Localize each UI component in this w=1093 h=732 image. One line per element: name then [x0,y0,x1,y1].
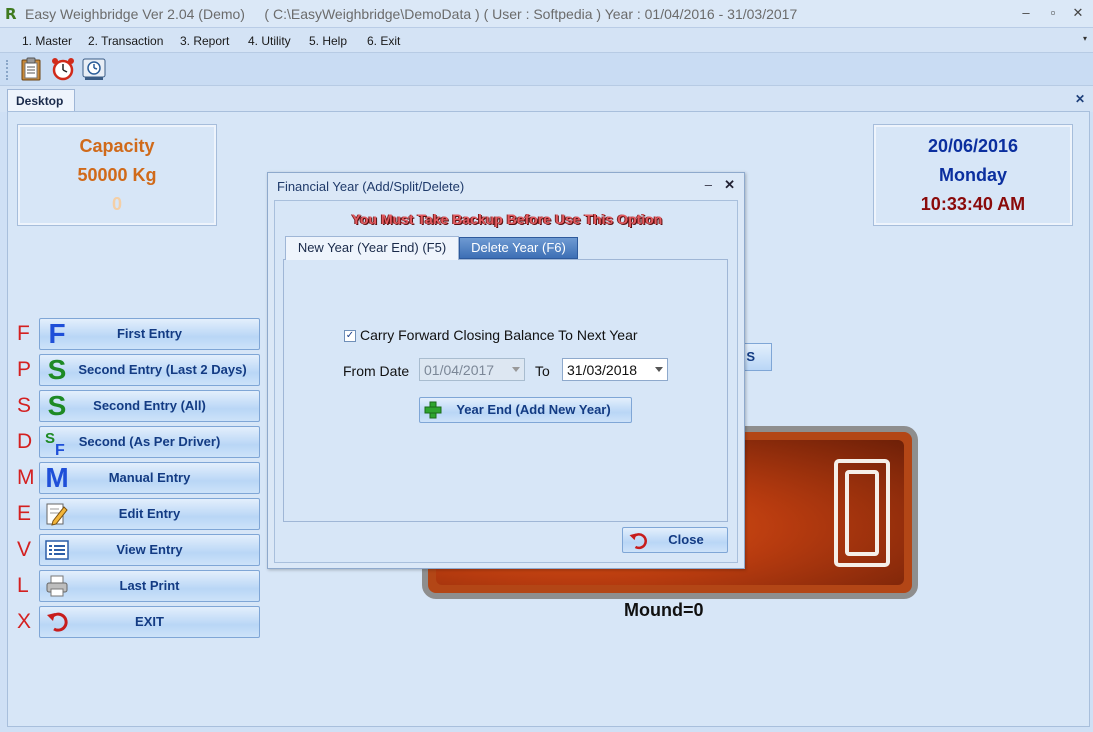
capacity-title: Capacity [79,136,155,156]
manual-entry-icon: M [45,462,69,493]
second-entry-icon: S [47,354,67,385]
button-label: Second (As Per Driver) [78,434,221,449]
tab-page-new-year [283,259,728,522]
shortcut-letter: M [17,466,35,489]
maximize-button[interactable]: ▫ [1041,4,1065,22]
second-entry-icon: S [47,390,67,421]
button-label: EXIT [135,614,164,629]
plus-icon [424,401,442,419]
backup-icon[interactable] [81,56,107,82]
shortcut-letter: X [17,610,32,633]
menu-help[interactable]: 5. Help [309,34,347,48]
button-label: Close [668,532,704,547]
capacity-current: 0 [111,194,122,214]
toolbar [0,53,1093,86]
alarm-clock-icon[interactable] [50,56,76,82]
undo-icon [627,530,649,552]
last-print-button[interactable]: Last Print [39,570,260,602]
shortcut-letter: S [17,394,32,417]
capacity-panel: Capacity 50000 Kg 0 [17,124,217,226]
to-date-picker[interactable]: 31/03/2018 [562,358,668,381]
clipboard-icon[interactable] [18,56,44,82]
from-date-label: From Date [343,363,410,379]
shortcut-letter: D [17,430,33,453]
tab-strip: Desktop ✕ [0,86,1093,113]
dialog-close-icon[interactable]: ✕ [724,177,735,193]
button-label: Edit Entry [118,506,181,521]
date-display: 20/06/2016 [927,136,1019,156]
mound-label: Mound=0 [624,600,704,620]
menu-bar: 1. Master 2. Transaction 3. Report 4. Ut… [0,28,1093,53]
first-entry-icon: F [48,318,66,349]
year-end-add-new-year-button[interactable]: Year End (Add New Year) [419,397,632,423]
shortcut-letter: L [17,574,29,597]
menu-utility[interactable]: 4. Utility [248,34,291,48]
capacity-value: 50000 Kg [77,165,157,185]
manual-entry-button[interactable]: M Manual Entry [39,462,260,494]
svg-text:F: F [55,442,65,457]
menu-report[interactable]: 3. Report [180,34,229,48]
second-entry-last-2-days-button[interactable]: S Second Entry (Last 2 Days) [39,354,260,386]
close-button[interactable]: Close [622,527,728,553]
menu-exit[interactable]: 6. Exit [367,34,400,48]
shortcut-letter: E [17,502,32,525]
list-icon [43,537,71,563]
tab-delete-year[interactable]: Delete Year (F6) [459,237,578,259]
button-label: First Entry [116,326,182,341]
backup-warning: You Must Take Backup Before Use This Opt… [351,211,663,227]
edit-icon [43,501,71,527]
tab-close-icon[interactable]: ✕ [1075,92,1085,106]
from-date-value: 01/04/2017 [424,362,495,378]
title-bar: R Easy Weighbridge Ver 2.04 (Demo) ( C:\… [0,0,1093,28]
window-title: Easy Weighbridge Ver 2.04 (Demo) ( C:\Ea… [25,6,798,22]
chevron-down-icon [512,367,520,372]
exit-button[interactable]: EXIT [39,606,260,638]
undo-icon [43,609,71,635]
svg-text:S: S [45,430,55,447]
button-label: View Entry [116,542,183,557]
button-label: Second Entry (Last 2 Days) [78,362,247,377]
tab-desktop[interactable]: Desktop [7,89,75,113]
menu-transaction[interactable]: 2. Transaction [88,34,163,48]
view-entry-button[interactable]: View Entry [39,534,260,566]
edit-entry-button[interactable]: Edit Entry [39,498,260,530]
toolbar-grip[interactable] [6,60,8,80]
dialog-title: Financial Year (Add/Split/Delete) [277,179,465,194]
button-label: Year End (Add New Year) [456,402,611,417]
time-display: 10:33:40 AM [920,194,1026,214]
close-window-button[interactable]: ✕ [1066,4,1090,22]
second-driver-icon: S F [43,429,71,459]
first-entry-button[interactable]: F First Entry [39,318,260,350]
menu-overflow-icon[interactable]: ▾ [1083,34,1087,43]
tab-new-year[interactable]: New Year (Year End) (F5) [285,236,459,260]
printer-icon [43,573,71,599]
shortcut-letter: P [17,358,32,381]
minimize-button[interactable]: – [1014,4,1038,22]
menu-master[interactable]: 1. Master [22,34,72,48]
carry-forward-checkbox[interactable]: ✓ [344,330,356,342]
dialog-minimize-button[interactable]: – [705,177,712,192]
datetime-panel: 20/06/2016 Monday 10:33:40 AM [873,124,1073,226]
shortcut-letter: V [17,538,32,561]
to-date-label: To [535,363,550,379]
second-entry-all-button[interactable]: S Second Entry (All) [39,390,260,422]
to-date-value: 31/03/2018 [567,362,638,378]
carry-forward-label: Carry Forward Closing Balance To Next Ye… [360,327,638,343]
chevron-down-icon[interactable] [655,367,663,372]
button-label: Last Print [119,578,180,593]
button-label: Second Entry (All) [93,398,206,413]
button-label: Manual Entry [108,470,191,485]
second-as-per-driver-button[interactable]: S F Second (As Per Driver) [39,426,260,459]
from-date-picker: 01/04/2017 [419,358,525,381]
day-display: Monday [938,165,1007,185]
shortcut-letter: F [17,322,30,345]
app-icon: R [5,5,17,23]
